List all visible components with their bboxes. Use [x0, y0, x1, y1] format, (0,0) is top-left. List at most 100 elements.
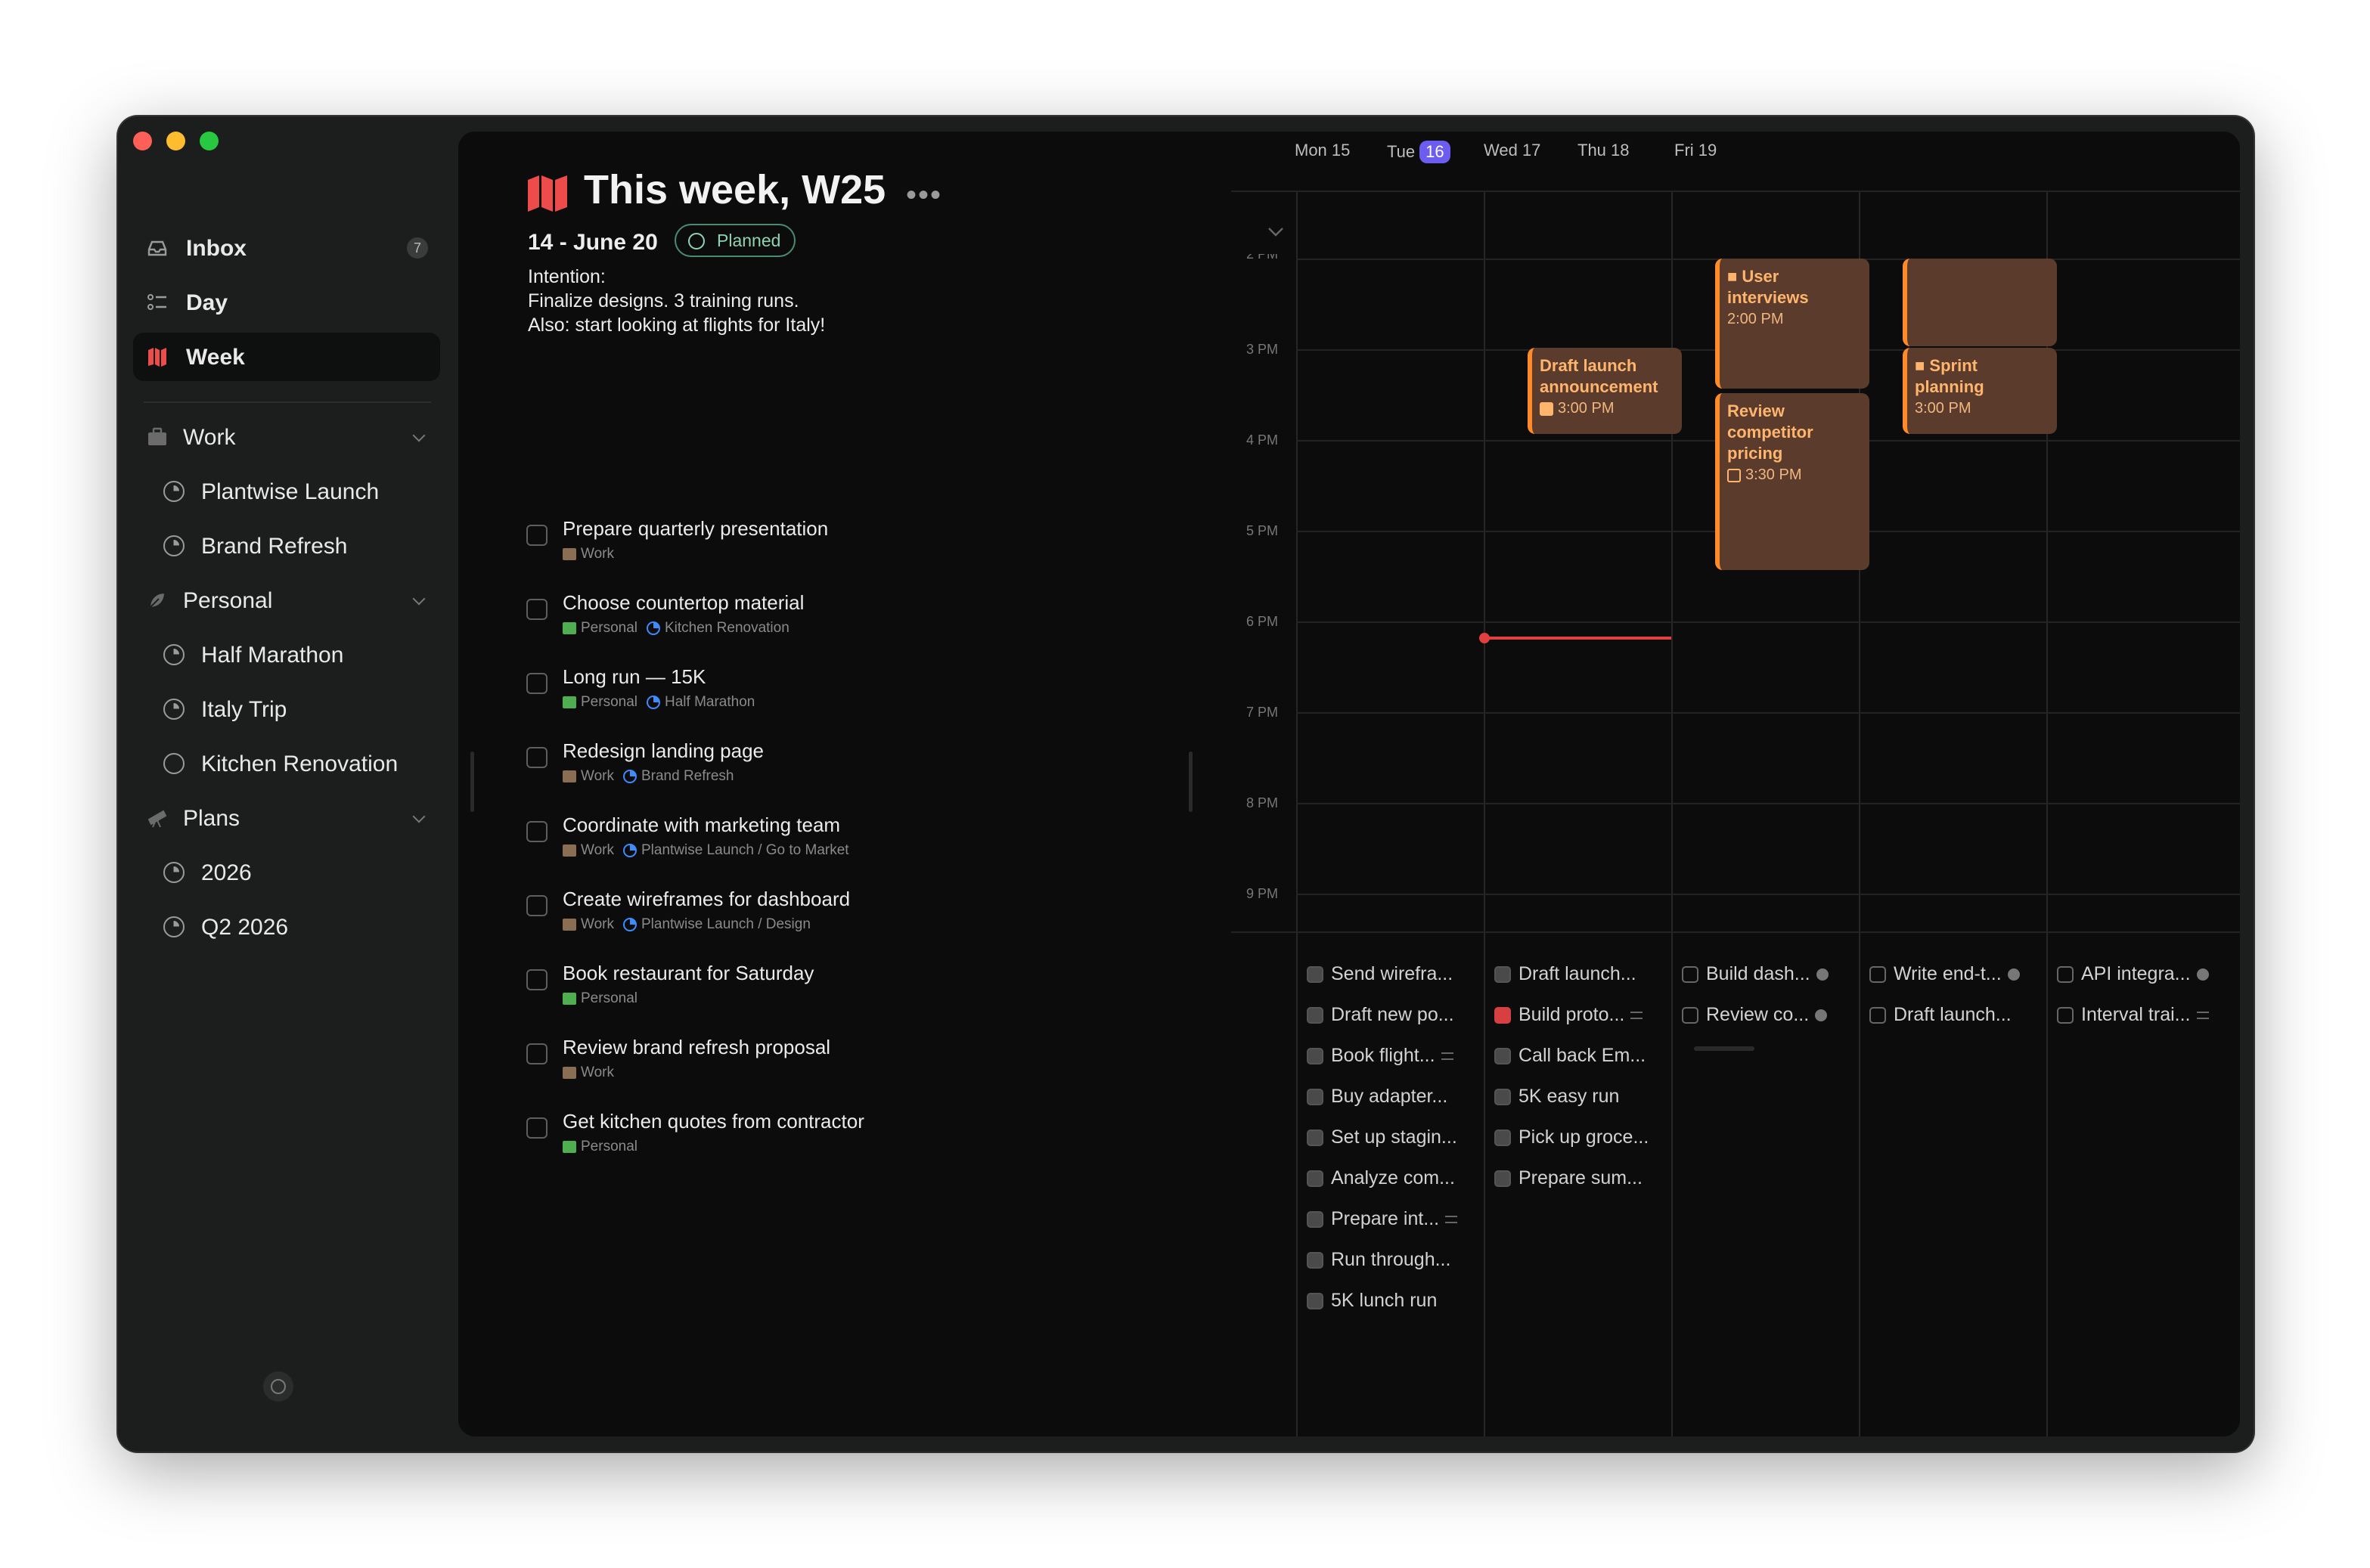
sidebar-item-inbox[interactable]: Inbox 7	[133, 224, 440, 272]
day-header-wed[interactable]: Wed 17	[1484, 141, 1540, 160]
day-task-item[interactable]: Interval trai...	[2057, 1004, 2209, 1026]
status-badge[interactable]: Planned	[675, 224, 796, 257]
day-task-item[interactable]: Book flight...	[1307, 1045, 1453, 1067]
chevron-down-icon[interactable]	[1267, 227, 1284, 237]
task-item[interactable]: Book restaurant for Saturday Personal	[526, 957, 1177, 1025]
sidebar-item-plantwise-launch[interactable]: Plantwise Launch	[133, 467, 440, 516]
day-task-item[interactable]: Analyze com...	[1307, 1167, 1455, 1189]
task-checkbox[interactable]	[1307, 1129, 1323, 1146]
day-header-mon[interactable]: Mon 15	[1295, 141, 1350, 160]
task-checkbox[interactable]	[1494, 1047, 1511, 1064]
day-task-item[interactable]: Buy adapter...	[1307, 1086, 1447, 1108]
sidebar-item-day[interactable]: Day	[133, 278, 440, 327]
sidebar-group-plans[interactable]: Plans	[133, 794, 440, 842]
settings-button[interactable]	[263, 1371, 293, 1402]
task-checkbox[interactable]	[1869, 965, 1886, 983]
task-checkbox[interactable]	[1307, 1292, 1323, 1309]
task-checkbox[interactable]	[1494, 1006, 1511, 1024]
project-progress-icon	[647, 696, 660, 709]
more-options-button[interactable]: •••	[906, 180, 942, 210]
task-item[interactable]: Redesign landing page Work Brand Refresh	[526, 735, 1177, 803]
day-task-item[interactable]: 5K easy run	[1494, 1086, 1619, 1108]
task-checkbox[interactable]	[1307, 1170, 1323, 1187]
task-checkbox[interactable]	[1494, 1170, 1511, 1187]
day-task-item[interactable]: Build dash...	[1682, 963, 1829, 985]
day-task-item[interactable]: API integra...	[2057, 963, 2209, 985]
sidebar-item-q2-2026[interactable]: Q2 2026	[133, 903, 440, 951]
task-checkbox[interactable]	[1307, 965, 1323, 983]
task-checkbox[interactable]	[526, 821, 548, 842]
event-sprint-planning[interactable]: ■ Sprint planning 3:00 PM	[1903, 348, 2057, 434]
day-task-item[interactable]: Run through...	[1307, 1249, 1450, 1271]
task-checkbox[interactable]	[1494, 965, 1511, 983]
resize-handle[interactable]	[470, 751, 474, 812]
task-checkbox[interactable]	[1869, 1006, 1886, 1024]
task-checkbox[interactable]	[1682, 965, 1698, 983]
task-item[interactable]: Long run — 15K Personal Half Marathon	[526, 661, 1177, 729]
task-checkbox[interactable]	[1307, 1088, 1323, 1105]
task-area: Work	[581, 546, 614, 562]
sidebar-item-kitchen-renovation[interactable]: Kitchen Renovation	[133, 739, 440, 788]
day-task-item[interactable]: Draft new po...	[1307, 1004, 1454, 1026]
task-checkbox[interactable]	[1494, 1129, 1511, 1146]
event-block[interactable]	[1903, 259, 2057, 346]
day-task-item[interactable]: Pick up groce...	[1494, 1126, 1649, 1148]
day-task-item[interactable]: Build proto...	[1494, 1004, 1643, 1026]
resize-handle[interactable]	[1694, 1046, 1754, 1051]
task-checkbox[interactable]	[2057, 1006, 2074, 1024]
day-header-tue[interactable]: Tue 16	[1387, 141, 1450, 163]
task-checkbox[interactable]	[526, 525, 548, 546]
task-checkbox[interactable]	[526, 673, 548, 694]
checkbox-icon	[1727, 468, 1741, 482]
task-checkbox[interactable]	[1494, 1088, 1511, 1105]
day-task-item[interactable]: Draft launch...	[1494, 963, 1636, 985]
resize-handle[interactable]	[1189, 751, 1193, 812]
day-task-item[interactable]: Send wirefra...	[1307, 963, 1453, 985]
day-header-fri[interactable]: Fri 19	[1674, 141, 1717, 160]
task-item[interactable]: Review brand refresh proposal Work	[526, 1031, 1177, 1099]
task-checkbox[interactable]	[526, 1117, 548, 1139]
sidebar-item-italy-trip[interactable]: Italy Trip	[133, 685, 440, 733]
day-task-item[interactable]: Set up stagin...	[1307, 1126, 1457, 1148]
day-task-label: Review co...	[1706, 1004, 1810, 1025]
event-draft-launch-announcement[interactable]: Draft launch announcement 3:00 PM	[1528, 348, 1682, 434]
task-item[interactable]: Get kitchen quotes from contractor Person…	[526, 1105, 1177, 1173]
event-review-competitor-pricing[interactable]: Review competitor pricing 3:30 PM	[1715, 393, 1869, 570]
task-checkbox[interactable]	[526, 599, 548, 620]
grid-divider	[1296, 192, 1298, 1436]
task-checkbox[interactable]	[526, 747, 548, 768]
task-checkbox[interactable]	[526, 1043, 548, 1064]
briefcase-icon	[148, 427, 166, 445]
sidebar-item-2026[interactable]: 2026	[133, 848, 440, 897]
task-checkbox[interactable]	[526, 969, 548, 990]
task-checkbox[interactable]	[1307, 1006, 1323, 1024]
day-task-item[interactable]: 5K lunch run	[1307, 1290, 1437, 1312]
sidebar-group-work[interactable]: Work	[133, 413, 440, 461]
day-task-item[interactable]: Call back Em...	[1494, 1045, 1646, 1067]
task-item[interactable]: Coordinate with marketing team Work Plantw…	[526, 809, 1177, 877]
chevron-down-icon[interactable]	[412, 429, 426, 442]
day-task-item[interactable]: Review co...	[1682, 1004, 1828, 1026]
task-checkbox[interactable]	[1307, 1251, 1323, 1269]
chevron-down-icon[interactable]	[412, 592, 426, 606]
task-checkbox[interactable]	[1307, 1210, 1323, 1228]
day-task-item[interactable]: Draft launch...	[1869, 1004, 2012, 1026]
day-task-item[interactable]: Write end-t...	[1869, 963, 2020, 985]
task-checkbox[interactable]	[2057, 965, 2074, 983]
day-header-thu[interactable]: Thu 18	[1577, 141, 1630, 160]
task-checkbox[interactable]	[1307, 1047, 1323, 1064]
leaf-icon	[148, 591, 166, 609]
task-item[interactable]: Choose countertop material Personal Kitche…	[526, 587, 1177, 655]
task-checkbox[interactable]	[1682, 1006, 1698, 1024]
event-user-interviews[interactable]: ■ User interviews 2:00 PM	[1715, 259, 1869, 389]
chevron-down-icon[interactable]	[412, 810, 426, 823]
day-task-item[interactable]: Prepare sum...	[1494, 1167, 1643, 1189]
task-item[interactable]: Prepare quarterly presentation Work	[526, 513, 1177, 581]
sidebar-item-week[interactable]: Week	[133, 333, 440, 381]
sidebar-item-brand-refresh[interactable]: Brand Refresh	[133, 522, 440, 570]
day-task-item[interactable]: Prepare int...	[1307, 1208, 1458, 1230]
task-checkbox[interactable]	[526, 895, 548, 916]
sidebar-group-personal[interactable]: Personal	[133, 576, 440, 624]
task-item[interactable]: Create wireframes for dashboard Work Plant…	[526, 883, 1177, 951]
sidebar-item-half-marathon[interactable]: Half Marathon	[133, 631, 440, 679]
